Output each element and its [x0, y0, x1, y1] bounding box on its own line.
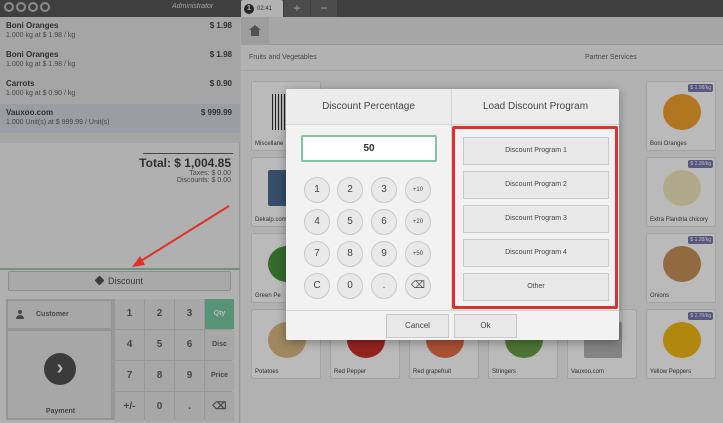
arrow-head — [132, 256, 145, 267]
annotation-arrow — [132, 205, 230, 267]
arrow-shaft — [135, 205, 230, 265]
